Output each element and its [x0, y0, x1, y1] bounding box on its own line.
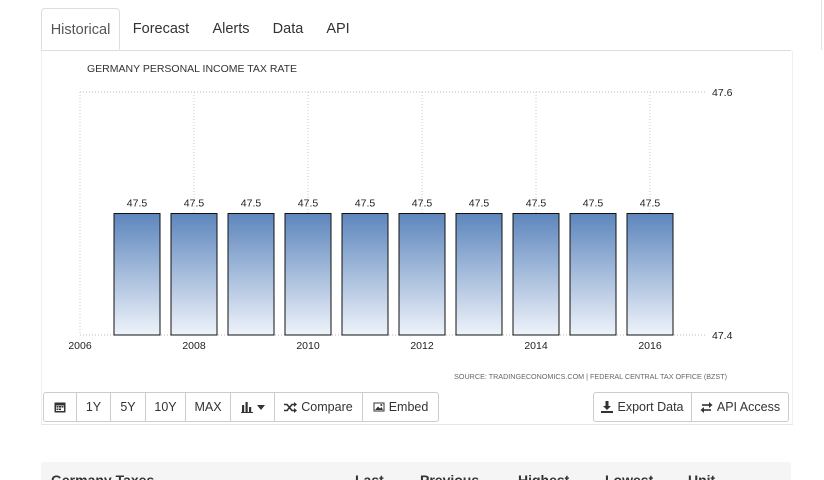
range-5y-button[interactable]: 5Y [110, 392, 146, 422]
bar [170, 213, 218, 336]
x-tick-label: 2010 [296, 340, 320, 352]
embed-button[interactable]: Embed [362, 392, 439, 422]
table-header-highest: Highest [518, 472, 570, 480]
bar-data-label: 47.5 [469, 198, 490, 210]
export-data-button[interactable]: Export Data [593, 392, 692, 422]
table-header-unit: Unit [688, 472, 716, 480]
bar-data-label: 47.5 [298, 198, 319, 210]
bar-data-label: 47.5 [583, 198, 604, 210]
taxes-table-header: Germany Taxes Last Previous Highest Lowe… [41, 462, 791, 480]
page-divider [821, 0, 822, 50]
range-10y-button[interactable]: 10Y [145, 392, 186, 422]
bar [512, 213, 560, 336]
tab-alerts[interactable]: Alerts [205, 8, 257, 49]
tab-forecast[interactable]: Forecast [123, 8, 199, 49]
range-1y-button[interactable]: 1Y [76, 392, 111, 422]
bar [455, 213, 503, 336]
table-header-name: Germany Taxes [51, 472, 155, 480]
bar [626, 213, 674, 336]
x-tick-label: 2016 [638, 340, 662, 352]
bar [341, 213, 389, 336]
embed-label: Embed [388, 400, 429, 414]
bar-data-label: 47.5 [640, 198, 661, 210]
chart-type-dropdown[interactable] [230, 392, 275, 422]
download-icon [601, 401, 614, 413]
bar-chart: GERMANY PERSONAL INCOME TAX RATE 47.6 47.4… [68, 63, 733, 381]
bar-data-label: 47.5 [241, 198, 262, 210]
calendar-icon [54, 402, 66, 413]
swap-arrows-icon [700, 401, 713, 413]
x-tick-label: 2006 [68, 340, 92, 352]
tab-data[interactable]: Data [267, 8, 309, 49]
bar-data-label: 47.5 [412, 198, 433, 210]
image-icon [373, 402, 385, 412]
range-max-button[interactable]: MAX [185, 392, 231, 422]
compare-label: Compare [301, 400, 353, 414]
bar-data-label: 47.5 [184, 198, 205, 210]
tab-historical[interactable]: Historical [41, 8, 120, 50]
shuffle-icon [284, 401, 298, 413]
bar-data-label: 47.5 [526, 198, 547, 210]
y-tick-label: 47.4 [712, 330, 733, 342]
bar [569, 213, 617, 336]
tab-api[interactable]: API [321, 8, 355, 49]
export-data-label: Export Data [617, 400, 684, 414]
compare-button[interactable]: Compare [274, 392, 363, 422]
chart-toolbar-right: Export Data API Access [593, 392, 789, 422]
chart-panel: GERMANY PERSONAL INCOME TAX RATE 47.6 47.4… [41, 51, 793, 425]
calendar-button[interactable] [43, 392, 77, 422]
tab-bar: Historical Forecast Alerts Data API [41, 8, 791, 51]
bar-data-label: 47.5 [355, 198, 376, 210]
api-access-label: API Access [716, 400, 781, 414]
chart-source: SOURCE: TRADINGECONOMICS.COM | FEDERAL C… [454, 372, 727, 381]
table-header-previous: Previous [420, 472, 480, 480]
x-tick-label: 2012 [410, 340, 434, 352]
table-header-lowest: Lowest [605, 472, 654, 480]
bar [398, 213, 446, 336]
bar [284, 213, 332, 336]
chart-toolbar-left: 1Y 5Y 10Y MAX Compare Embed [43, 392, 439, 422]
x-tick-label: 2008 [182, 340, 206, 352]
bar-data-label: 47.5 [127, 198, 148, 210]
bar-chart-icon [240, 401, 253, 413]
bar [227, 213, 275, 336]
bar [113, 213, 161, 336]
caret-down-icon [256, 404, 265, 410]
api-access-button[interactable]: API Access [691, 392, 789, 422]
y-tick-label: 47.6 [712, 87, 733, 99]
table-header-last: Last [355, 472, 384, 480]
chart-title: GERMANY PERSONAL INCOME TAX RATE [87, 63, 297, 75]
x-tick-label: 2014 [524, 340, 548, 352]
